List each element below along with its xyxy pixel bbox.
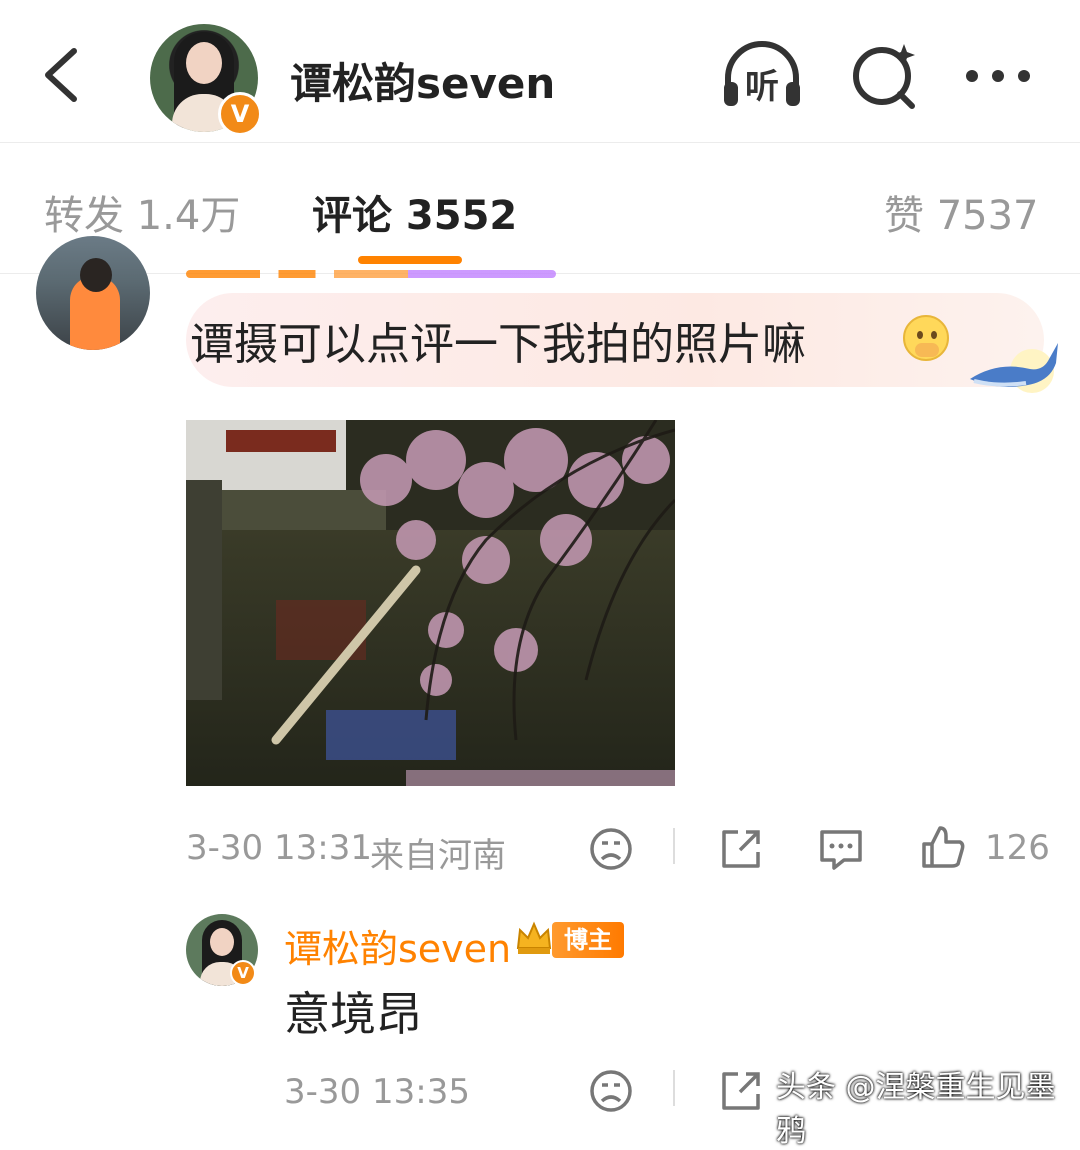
reply-dislike-icon[interactable]: [586, 1066, 636, 1116]
like-count: 126: [985, 828, 1050, 868]
author-badge: 博主: [552, 922, 624, 958]
reply-action-divider: [673, 1070, 675, 1106]
crown-icon: [516, 921, 552, 954]
more-icon: [966, 70, 1030, 82]
back-button[interactable]: [38, 45, 86, 105]
watermark: 头条 @涅槃重生见墨鸦: [776, 1070, 1056, 1149]
commenter-name-clipped: [186, 270, 556, 278]
tab-likes[interactable]: 赞 7537: [884, 183, 1039, 241]
reply-text: 意境昂: [284, 987, 422, 1041]
dislike-icon[interactable]: [586, 824, 636, 874]
search-icon: [853, 44, 915, 109]
more-button[interactable]: [960, 38, 1040, 118]
like-icon[interactable]: [918, 822, 968, 872]
search-button[interactable]: [848, 38, 928, 118]
tab-comments[interactable]: 评论 3552: [312, 183, 517, 241]
reply-share-icon[interactable]: [716, 1066, 766, 1116]
pray-emoji-icon: [903, 315, 949, 361]
active-tab-indicator: [358, 256, 462, 264]
verified-badge: V: [218, 92, 262, 136]
comment-photo[interactable]: [186, 420, 675, 786]
listen-button[interactable]: 听: [720, 38, 800, 118]
tab-reposts[interactable]: 转发 1.4万: [44, 183, 240, 241]
reply-time: 3-30 13:35: [284, 1072, 470, 1112]
share-icon[interactable]: [716, 824, 766, 874]
comment-time: 3-30 13:31: [186, 828, 372, 868]
whale-decoration-icon: [970, 343, 1058, 393]
reply-author-name[interactable]: 谭松韵seven: [284, 918, 511, 973]
page-title: 谭松韵seven: [290, 59, 556, 108]
listen-icon: 听: [724, 41, 800, 107]
commenter-avatar[interactable]: [36, 236, 150, 350]
comment-text: 谭摄可以点评一下我拍的照片嘛: [190, 319, 806, 370]
back-icon: [45, 48, 77, 102]
action-divider: [673, 828, 675, 864]
comment-location: 来自河南: [370, 836, 506, 876]
listen-label: 听: [745, 67, 779, 107]
reply-verified-badge: V: [230, 960, 256, 986]
comment-icon[interactable]: [816, 824, 866, 874]
